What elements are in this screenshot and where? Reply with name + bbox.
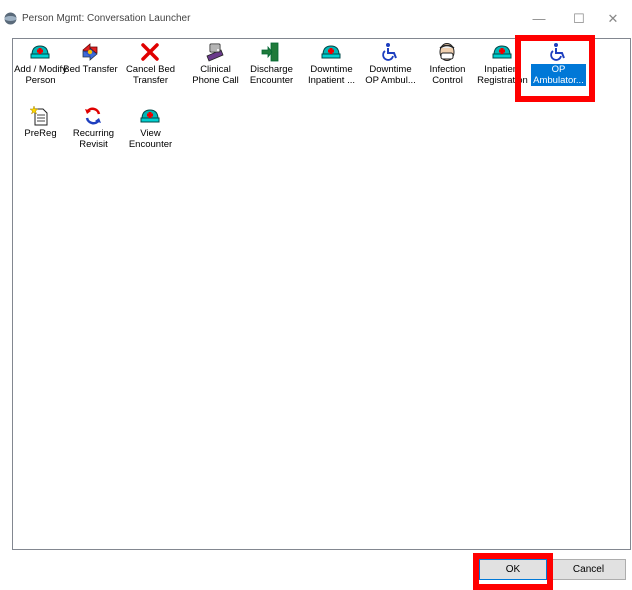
wheelchair-icon xyxy=(550,43,565,61)
window-title: Person Mgmt: Conversation Launcher xyxy=(22,13,191,24)
launcher-item-clinical-phone-call[interactable]: Clinical Phone Call xyxy=(188,39,243,94)
bed-transfer-icon xyxy=(82,43,98,61)
phone-icon xyxy=(206,43,224,62)
launcher-item-infection-control[interactable]: Infection Control xyxy=(420,39,475,94)
red-x-icon xyxy=(141,43,159,61)
ok-button[interactable]: OK xyxy=(479,559,547,580)
launcher-item-label: PreReg xyxy=(24,128,57,139)
launcher-item-add-modify-person[interactable]: Add / Modify Person xyxy=(13,39,68,94)
launcher-item-cancel-bed-transfer[interactable]: Cancel Bed Transfer xyxy=(123,39,178,94)
launcher-item-downtime-op-ambulatory[interactable]: Downtime OP Ambul... xyxy=(363,39,418,94)
discharge-door-icon xyxy=(261,42,279,62)
launcher-item-prereg[interactable]: PreReg xyxy=(13,103,68,158)
close-button[interactable]: ✕ xyxy=(598,7,628,31)
launcher-item-label: Downtime OP Ambul... xyxy=(365,64,416,86)
launcher-item-bed-transfer[interactable]: Bed Transfer xyxy=(63,39,118,94)
launcher-item-recurring-revisit[interactable]: Recurring Revisit xyxy=(66,103,121,158)
nurse-cap-icon xyxy=(321,45,341,59)
infection-mask-icon xyxy=(439,43,455,61)
launcher-item-label: Discharge Encounter xyxy=(249,64,294,86)
app-icon xyxy=(4,12,17,25)
launcher-item-view-encounter[interactable]: View Encounter xyxy=(123,103,178,158)
nurse-cap-icon xyxy=(30,45,50,59)
launcher-item-downtime-inpatient[interactable]: Downtime Inpatient ... xyxy=(304,39,359,94)
wheelchair-icon xyxy=(382,43,397,61)
recurring-arrows-icon xyxy=(85,107,101,125)
launcher-item-inpatient-registration[interactable]: Inpatient Registration xyxy=(475,39,530,94)
conversation-list[interactable]: Add / Modify Person Bed Transfer Cancel … xyxy=(12,38,631,550)
launcher-item-label: Clinical Phone Call xyxy=(192,64,239,86)
nurse-cap-icon xyxy=(140,109,160,123)
new-document-icon xyxy=(30,106,48,126)
nurse-cap-icon xyxy=(492,45,512,59)
launcher-item-label: Bed Transfer xyxy=(63,64,118,75)
cancel-button[interactable]: Cancel xyxy=(551,559,626,580)
maximize-button[interactable]: ☐ xyxy=(564,7,594,31)
launcher-item-label: Inpatient Registration xyxy=(477,64,528,86)
launcher-item-label: Infection Control xyxy=(429,64,466,86)
minimize-button[interactable]: — xyxy=(524,7,554,31)
launcher-item-label: Add / Modify Person xyxy=(14,64,67,86)
launcher-item-label: OP Ambulator... xyxy=(531,64,586,86)
launcher-item-label: Downtime Inpatient ... xyxy=(307,64,355,86)
launcher-item-label: Recurring Revisit xyxy=(72,128,115,150)
title-bar: Person Mgmt: Conversation Launcher — ☐ ✕ xyxy=(0,0,632,38)
launcher-item-label: View Encounter xyxy=(128,128,173,150)
launcher-item-label: Cancel Bed Transfer xyxy=(125,64,176,86)
launcher-item-discharge-encounter[interactable]: Discharge Encounter xyxy=(244,39,299,94)
launcher-item-op-ambulatory[interactable]: OP Ambulator... xyxy=(531,39,586,94)
